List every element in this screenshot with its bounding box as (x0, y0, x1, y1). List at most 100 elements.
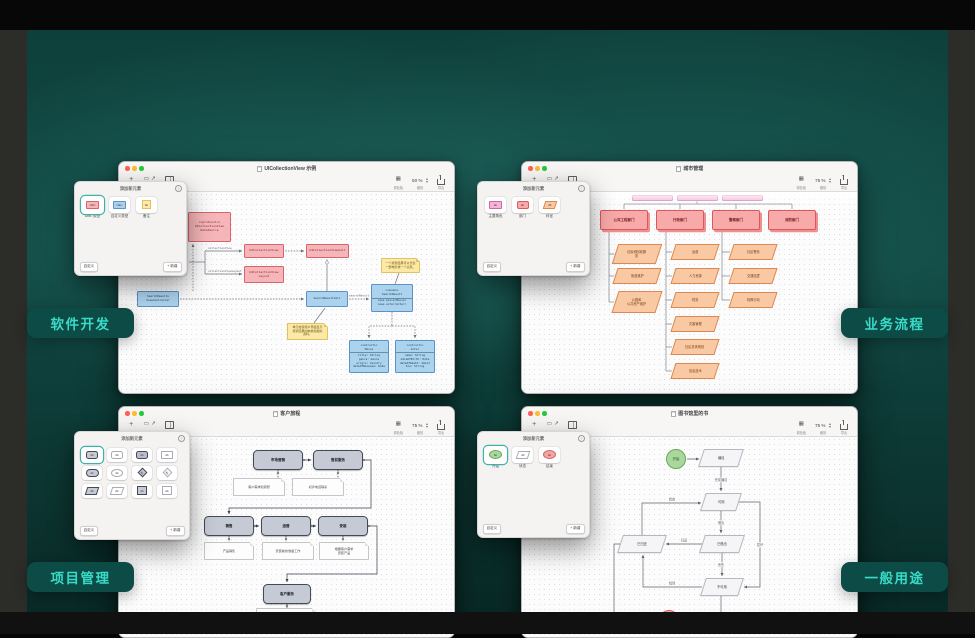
diagram-node[interactable]: UICollectionViewCell (306, 244, 349, 258)
help-icon[interactable]: ? (578, 435, 585, 442)
diagram-node[interactable]: 不可用 (700, 578, 744, 596)
diagram-node[interactable]: <<protocol>> UICollectionView DataSource (188, 212, 231, 242)
zoom-stepper-icon[interactable] (426, 177, 428, 183)
diagram-node[interactable]: 编目 (698, 449, 744, 467)
color-palette-button[interactable]: ▦ 调色板 (796, 421, 806, 435)
diagram-node[interactable]: 垃圾和回收服 务 (611, 244, 663, 264)
diagram-node[interactable]: 单元格使用户界面显示 搜索结果的种类和相关 资料。 (287, 323, 328, 340)
element-tile[interactable]: Ab (136, 196, 157, 213)
diagram-node[interactable]: 运营 (261, 516, 311, 536)
add-new-button[interactable]: + 新增 (566, 524, 585, 534)
zoom-stepper-icon[interactable] (829, 422, 831, 428)
element-tile[interactable]: Ab (485, 446, 506, 463)
diagram-node[interactable]: 特殊行动 (728, 292, 778, 308)
zoom-control[interactable]: 50 % 缩放 (412, 176, 428, 190)
help-icon[interactable]: ? (178, 435, 185, 442)
element-tile[interactable]: Ab (485, 196, 506, 213)
element-tile[interactable]: <Ab> (109, 196, 130, 213)
element-tile[interactable]: Ab (512, 196, 533, 213)
add-new-button[interactable]: + 新增 (163, 262, 182, 272)
color-palette-button[interactable]: ▦ 调色板 (393, 176, 403, 190)
diagram-node[interactable]: 市场营销 (253, 450, 303, 470)
element-tile[interactable]: Ab (539, 446, 560, 463)
element-tile[interactable]: Ab (539, 196, 560, 213)
diagram-node[interactable]: SearchResults ViewController (137, 291, 179, 307)
diagram-node[interactable]: 初步电话联系 (292, 478, 344, 496)
help-icon[interactable]: ? (175, 185, 182, 192)
element-tile[interactable]: Ab (82, 447, 102, 462)
element-tile[interactable]: Ab (82, 465, 102, 480)
element-tile[interactable]: Ab (512, 446, 533, 463)
diagram-node[interactable]: 信息技术 (670, 363, 720, 379)
zoom-stepper-icon[interactable] (829, 177, 831, 183)
help-icon[interactable]: ? (578, 185, 585, 192)
diagram-node[interactable]: 社区总体规划 (670, 339, 720, 355)
element-tile[interactable]: Ab (132, 447, 152, 462)
diagram-node[interactable]: 行政部门 (656, 210, 704, 230)
diagram-node[interactable]: UICollectionView (244, 244, 284, 258)
zoom-stepper-icon[interactable] (426, 422, 428, 428)
diagram-node[interactable]: <<struct>> Actor name: String dateOfBirth… (395, 340, 435, 373)
export-button[interactable]: 导出 (437, 420, 445, 435)
diagram-node[interactable]: 社区警务 (728, 244, 778, 260)
element-tile[interactable]: Ab (82, 483, 102, 498)
element-tile[interactable]: Ab (107, 465, 127, 480)
diagram-node[interactable]: 街道维护 (612, 268, 662, 284)
diagram-node[interactable]: 产品销售 (204, 542, 254, 560)
diagram-node[interactable]: SearchResultCell (306, 291, 348, 307)
zoom-control[interactable]: 75 % 缩放 (815, 421, 831, 435)
element-item: Ab 科室 (538, 196, 561, 220)
export-button[interactable]: 导出 (840, 175, 848, 190)
window-titlebar[interactable]: 客户旅程 (119, 407, 454, 420)
diagram-node[interactable]: 交通巡逻 (728, 268, 778, 284)
diagram-node[interactable]: 运营 (670, 244, 720, 260)
element-tile[interactable]: Ab (132, 465, 152, 480)
diagram-node[interactable]: 消防部门 (768, 210, 816, 230)
color-palette-button[interactable]: ▦ 调色板 (796, 176, 806, 190)
diagram-node[interactable]: 灾害管理 (670, 316, 720, 332)
element-tile[interactable]: <Ab> (82, 196, 103, 213)
window-titlebar[interactable]: UICollectionView 示例 (119, 162, 454, 175)
element-tile[interactable]: Ab (107, 447, 127, 462)
diagram-node[interactable]: 已归还 (617, 535, 667, 553)
customize-button[interactable]: 自定义 (79, 262, 99, 272)
zoom-control[interactable]: 75 % 缩放 (412, 421, 428, 435)
customize-button[interactable]: 自定义 (482, 262, 502, 272)
element-tile[interactable]: Ab (107, 483, 127, 498)
shape-glyph: Ab (114, 488, 120, 493)
element-tile[interactable]: Ab (157, 447, 177, 462)
diagram-node[interactable]: 销售 (204, 516, 254, 536)
diagram-node[interactable]: 财务 (670, 292, 720, 308)
diagram-node[interactable]: 人力资源 (670, 268, 720, 284)
diagram-node[interactable]: 安装 (318, 516, 368, 536)
color-palette-button[interactable]: ▦ 调色板 (393, 421, 403, 435)
left-edge-strip (0, 30, 27, 612)
window-titlebar[interactable]: 图书馆里的书 (522, 407, 857, 420)
export-button[interactable]: 导出 (840, 420, 848, 435)
diagram-node[interactable]: 安装前的准备工作 (262, 542, 314, 560)
diagram-node[interactable]: UICollectionView Layout (244, 266, 284, 283)
diagram-node[interactable]: 售前服务 (313, 450, 363, 470)
export-button[interactable]: 导出 (437, 175, 445, 190)
element-tile[interactable]: Ab (157, 483, 177, 498)
diagram-node[interactable]: 客户服务 (263, 584, 311, 604)
diagram-node[interactable]: 开始 (666, 449, 686, 469)
diagram-node[interactable]: 已借出 (699, 535, 745, 553)
diagram-node[interactable]: 警察部门 (712, 210, 760, 230)
diagram-node[interactable]: <<struct>> Movie title: String genre: Gen… (349, 340, 389, 373)
diagram-node[interactable]: 公园和 公共资产维护 (611, 291, 663, 313)
diagram-node[interactable]: 可用 (700, 493, 742, 511)
diagram-node[interactable]: 公共工程部门 (600, 210, 648, 230)
customize-button[interactable]: 自定义 (482, 524, 502, 534)
element-tile[interactable]: Ab (132, 483, 152, 498)
diagram-node[interactable]: 根据客户需求 安装产品 (319, 542, 369, 560)
diagram-node[interactable]: <<enum>> SearchResult case movie(Movie) c… (371, 284, 413, 312)
customize-button[interactable]: 自定义 (79, 526, 99, 536)
zoom-control[interactable]: 75 % 缩放 (815, 176, 831, 190)
add-new-button[interactable]: + 新增 (566, 262, 585, 272)
element-tile[interactable]: Ab (157, 465, 177, 480)
add-new-button[interactable]: + 新增 (166, 526, 185, 536)
diagram-node[interactable]: 客户需求和调研 (233, 478, 285, 496)
window-titlebar[interactable]: 城市管理 (522, 162, 857, 175)
diagram-node[interactable]: 一个搜索结果可以代表 一部电影或一个演员。 (381, 258, 420, 273)
